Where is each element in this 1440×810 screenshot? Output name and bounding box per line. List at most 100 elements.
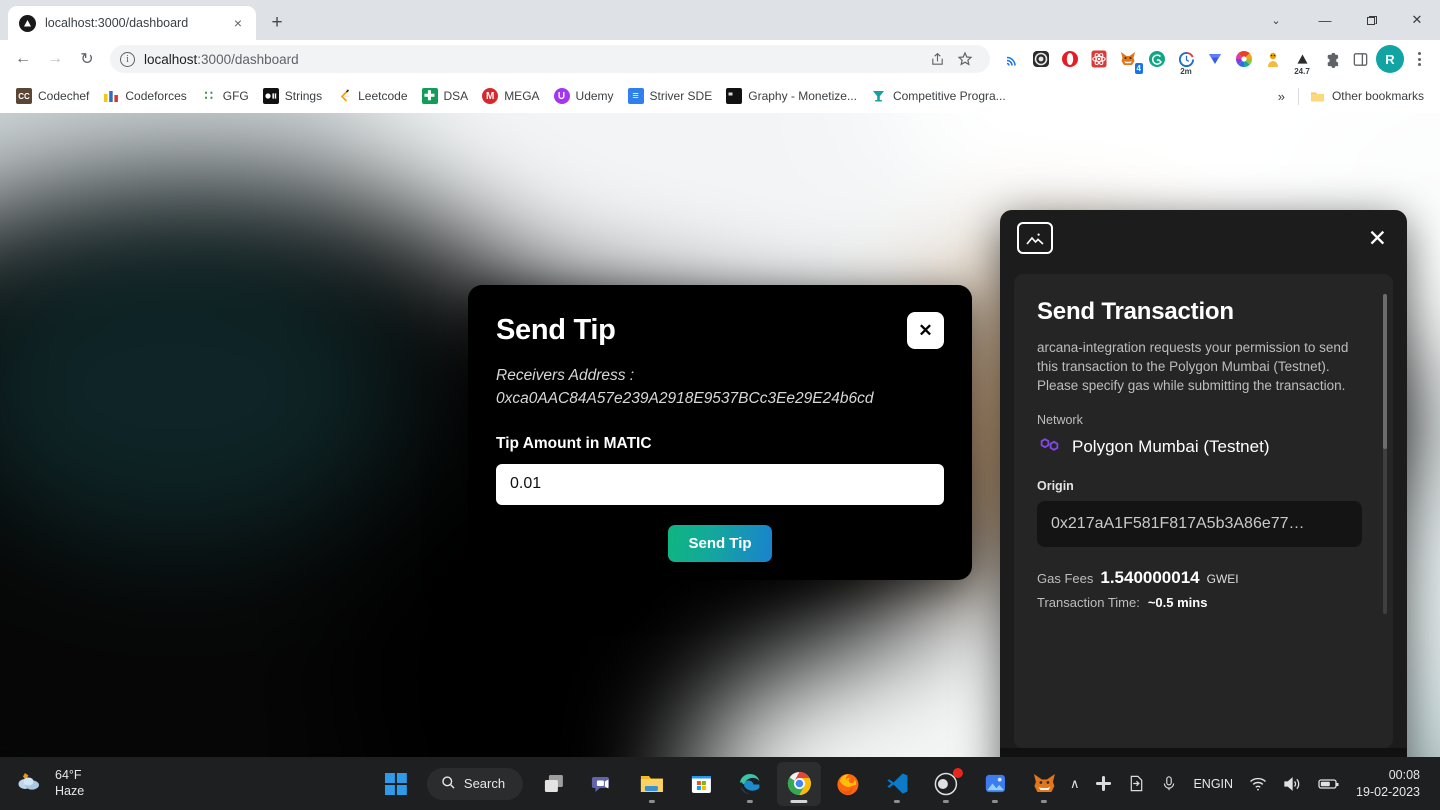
- star-icon[interactable]: [952, 46, 978, 72]
- other-bookmarks-button[interactable]: Other bookmarks: [1303, 84, 1431, 108]
- bookmarks-bar: CC Codechef Codeforces ∷ GFG Strings Lee…: [0, 78, 1440, 115]
- tab-strip: localhost:3000/dashboard × + ⌄ — ✕: [0, 0, 1440, 40]
- back-button[interactable]: ←: [8, 44, 38, 74]
- metamask-icon[interactable]: [1022, 762, 1066, 806]
- bookmark-striver-sde[interactable]: ≡ Striver SDE: [621, 84, 720, 108]
- tab-search-chevron-icon[interactable]: ⌄: [1250, 0, 1302, 40]
- active-indicator: [790, 799, 808, 803]
- codeforces-icon: [103, 88, 119, 104]
- chrome-icon[interactable]: [777, 761, 822, 806]
- share-icon[interactable]: [924, 46, 950, 72]
- bookmark-leetcode[interactable]: Leetcode: [329, 84, 414, 108]
- browser-menu-icon[interactable]: [1406, 45, 1432, 73]
- wallet-extension-icon[interactable]: [1259, 45, 1287, 73]
- search-icon: [441, 775, 456, 793]
- tab-close-icon[interactable]: ×: [228, 13, 248, 33]
- bookmark-label: GFG: [222, 89, 249, 103]
- opera-gx-icon[interactable]: [1056, 45, 1084, 73]
- photos-icon[interactable]: [973, 762, 1017, 806]
- maximize-icon[interactable]: [1348, 0, 1394, 40]
- close-icon[interactable]: ✕: [1394, 0, 1440, 40]
- minimize-icon[interactable]: —: [1302, 0, 1348, 40]
- notification-badge: [953, 767, 964, 778]
- profile-avatar[interactable]: R: [1376, 45, 1404, 73]
- network-row: Polygon Mumbai (Testnet): [1037, 434, 1370, 460]
- new-tab-button[interactable]: +: [263, 9, 291, 37]
- mega-icon: M: [482, 88, 499, 104]
- weather-widget[interactable]: 64°F Haze: [0, 768, 96, 799]
- bookmark-graphy[interactable]: Graphy - Monetize...: [719, 84, 864, 108]
- cast-icon[interactable]: [998, 45, 1026, 73]
- address-bar[interactable]: i localhost:3000/dashboard: [110, 45, 990, 73]
- running-indicator: [992, 799, 999, 803]
- bookmark-dsa[interactable]: ✚ DSA: [415, 84, 476, 108]
- bookmark-codeforces[interactable]: Codeforces: [96, 84, 193, 108]
- bookmark-label: Striver SDE: [649, 89, 713, 103]
- bookmarks-overflow-button[interactable]: »: [1269, 85, 1294, 108]
- wallet-close-icon[interactable]: ✕: [1368, 226, 1387, 250]
- taskbar-clock[interactable]: 00:08 19-02-2023: [1348, 767, 1430, 800]
- reload-button[interactable]: ↻: [72, 44, 102, 74]
- browser-tab[interactable]: localhost:3000/dashboard ×: [8, 6, 256, 40]
- page-viewport: Send Tip ✕ Receivers Address : 0xca0AAC8…: [0, 113, 1440, 757]
- obs-studio-icon[interactable]: [924, 762, 968, 806]
- dsa-icon: ✚: [421, 88, 438, 104]
- side-panel-icon[interactable]: [1346, 45, 1374, 73]
- speed-icon[interactable]: 24.7: [1288, 45, 1316, 76]
- wifi-icon[interactable]: [1241, 761, 1275, 807]
- speed-sub-label: 24.7: [1294, 67, 1310, 76]
- bookmark-mega[interactable]: M MEGA: [475, 84, 546, 108]
- bookmarks-overflow-area: » Other bookmarks: [1269, 84, 1431, 108]
- site-info-icon[interactable]: i: [120, 51, 135, 67]
- microphone-icon[interactable]: [1153, 761, 1185, 807]
- color-wheel-icon[interactable]: [1230, 45, 1258, 73]
- card-scrollbar[interactable]: [1383, 294, 1387, 614]
- omnibox-actions: [924, 46, 978, 72]
- transaction-card: Send Transaction arcana-integration requ…: [1014, 274, 1393, 748]
- bookmark-competitive-programming[interactable]: Competitive Progra...: [864, 84, 1013, 108]
- tab-title: localhost:3000/dashboard: [45, 16, 189, 30]
- vs-code-icon[interactable]: [875, 762, 919, 806]
- metamask-fox-icon[interactable]: 4: [1114, 45, 1143, 74]
- volume-icon[interactable]: [1275, 761, 1310, 807]
- graphy-icon: [726, 88, 743, 104]
- tip-amount-input[interactable]: [496, 463, 944, 505]
- start-icon[interactable]: [374, 762, 418, 806]
- timer-icon[interactable]: 2m: [1172, 45, 1200, 76]
- send-tip-button[interactable]: Send Tip: [668, 524, 772, 562]
- transaction-time-label: Transaction Time:: [1037, 595, 1140, 611]
- edge-icon[interactable]: [728, 762, 772, 806]
- bookmark-strings[interactable]: Strings: [256, 84, 329, 108]
- battery-icon[interactable]: [1310, 761, 1348, 807]
- honey-icon[interactable]: [1201, 45, 1229, 73]
- windows-taskbar: 64°F Haze Search ∧ ENG IN 00:08 19-02-20…: [0, 757, 1440, 810]
- extensions-puzzle-icon[interactable]: [1317, 45, 1345, 73]
- grammarly-icon[interactable]: [1143, 45, 1171, 73]
- bookmark-udemy[interactable]: U Udemy: [547, 84, 621, 108]
- bookmark-gfg[interactable]: ∷ GFG: [194, 84, 256, 108]
- language-indicator[interactable]: ENG IN: [1185, 761, 1241, 807]
- bookmark-label: Strings: [284, 89, 323, 103]
- competitive-programming-icon: [871, 88, 887, 104]
- origin-value-box[interactable]: 0x217aA1F581F817A5b3A86e77…: [1037, 501, 1362, 548]
- task-view-icon[interactable]: [532, 762, 576, 806]
- modal-close-icon[interactable]: ✕: [907, 312, 944, 349]
- slack-icon[interactable]: [1087, 761, 1120, 807]
- file-explorer-icon[interactable]: [630, 762, 674, 806]
- bookmark-codechef[interactable]: CC Codechef: [9, 84, 96, 108]
- teams-icon[interactable]: [581, 762, 625, 806]
- gas-fees-row: Gas Fees 1.540000014 GWEI: [1037, 568, 1370, 588]
- firefox-icon[interactable]: [826, 762, 870, 806]
- tip-amount-label: Tip Amount in MATIC: [496, 434, 652, 452]
- microsoft-store-icon[interactable]: [679, 762, 723, 806]
- network-name: Polygon Mumbai (Testnet): [1072, 437, 1270, 457]
- screen-recorder-icon[interactable]: [1027, 45, 1055, 73]
- card-scrollbar-thumb[interactable]: [1383, 294, 1387, 449]
- clock-date: 19-02-2023: [1356, 784, 1420, 799]
- taskbar-center: Search: [374, 761, 1066, 806]
- taskbar-search[interactable]: Search: [426, 767, 524, 800]
- show-hidden-icons-button[interactable]: ∧: [1062, 761, 1088, 807]
- receivers-address-value: 0xca0AAC84A57e239A2918E9537BCc3Ee29E24b6…: [496, 389, 874, 407]
- react-devtools-icon[interactable]: [1085, 45, 1113, 73]
- transfer-file-icon[interactable]: [1120, 761, 1153, 807]
